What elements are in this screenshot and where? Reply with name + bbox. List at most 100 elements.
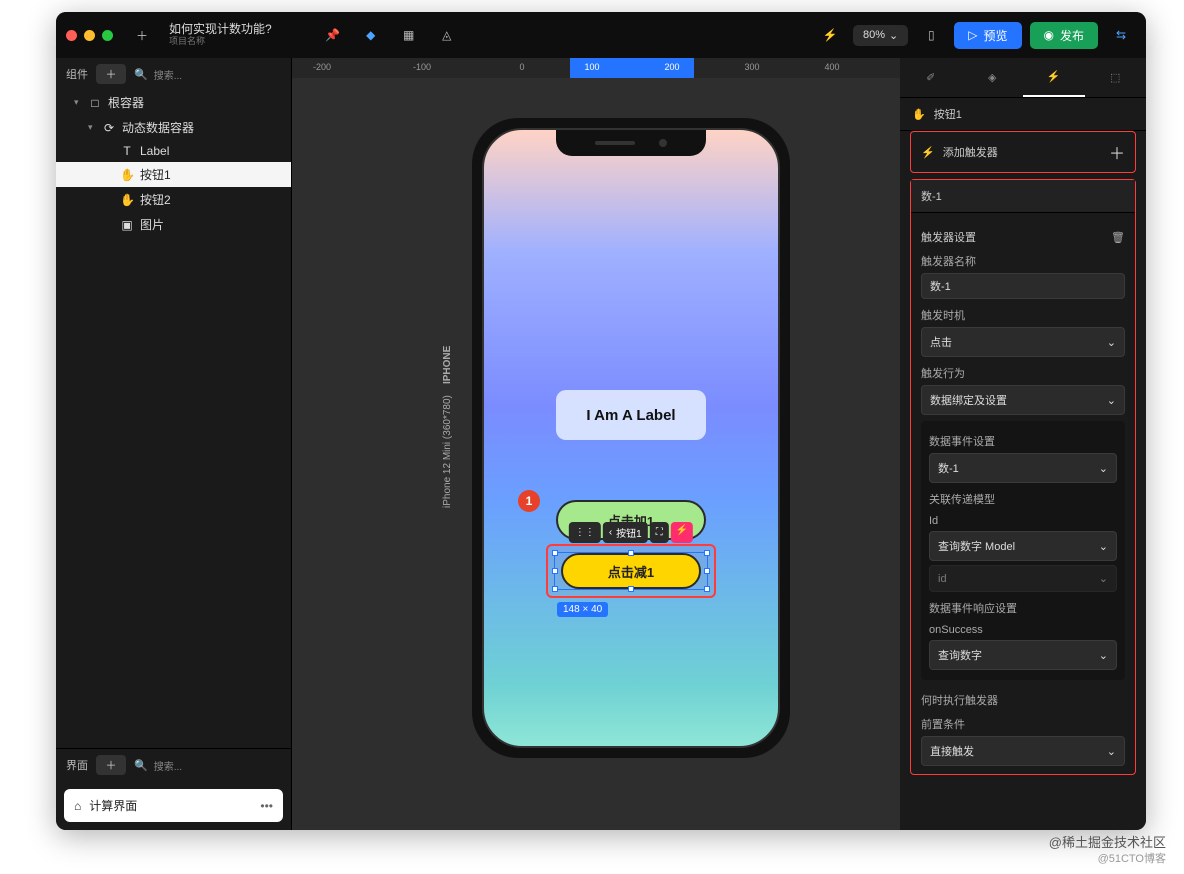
pages-panel: 界面 ＋ 🔍 搜索... ⌂ 计算界面 ••• xyxy=(56,748,291,830)
window-controls xyxy=(66,30,113,41)
trigger-name-input[interactable] xyxy=(921,273,1125,299)
relation-label: 关联传递模型 xyxy=(929,491,1117,507)
timing-select[interactable]: 点击⌄ xyxy=(921,327,1125,357)
component-search[interactable]: 🔍 搜索... xyxy=(134,67,281,82)
data-event-select[interactable]: 数-1⌄ xyxy=(929,453,1117,483)
tree-label: 图片 xyxy=(140,216,164,233)
trigger-settings-box: 数-1 触发器设置 🗑 触发器名称 触发时机 点击⌄ 触发行为 数据绑定及设置⌄ xyxy=(910,179,1136,775)
tree-label: 按钮1 xyxy=(140,166,171,183)
resize-handle[interactable] xyxy=(552,586,558,592)
resize-handle[interactable] xyxy=(704,568,710,574)
add-trigger-label: 添加触发器 xyxy=(943,144,998,160)
response-label: 数据事件响应设置 xyxy=(929,600,1117,616)
tree-root-container[interactable]: ▾□根容器 xyxy=(56,90,291,115)
magic-icon[interactable]: ⚡ xyxy=(815,20,845,50)
search-placeholder: 搜索... xyxy=(154,758,182,773)
add-icon[interactable]: ＋ xyxy=(127,20,157,50)
canvas[interactable]: -200 -100 0 100 200 300 400 500 iPhone 1… xyxy=(292,58,900,830)
add-component-button[interactable]: ＋ xyxy=(96,64,126,84)
component-tree: ▾□根容器 ▾⟳动态数据容器 TLabel ✋ 按钮1 ✋按钮2 ▣图片 xyxy=(56,90,291,748)
device-icon[interactable]: ▯ xyxy=(916,20,946,50)
settings-slider-icon[interactable]: ⇆ xyxy=(1106,20,1136,50)
onsuccess-select[interactable]: 查询数字⌄ xyxy=(929,640,1117,670)
add-page-button[interactable]: ＋ xyxy=(96,755,126,775)
tree-dynamic-container[interactable]: ▾⟳动态数据容器 xyxy=(56,115,291,140)
resize-handle[interactable] xyxy=(628,586,634,592)
add-trigger-button[interactable]: ⚡ 添加触发器 ＋ xyxy=(911,132,1135,172)
delete-trigger-button[interactable]: 🗑 xyxy=(1111,231,1125,244)
minimize-window-button[interactable] xyxy=(84,30,95,41)
chevron-down-icon: ⌄ xyxy=(1099,572,1108,585)
play-icon: ▷ xyxy=(968,28,977,42)
project-title: 如何实现计数功能? 项目名称 xyxy=(169,23,272,46)
page-item-label: 计算界面 xyxy=(89,797,137,814)
caret-icon: ▾ xyxy=(88,122,96,133)
publish-button[interactable]: ◉ 发布 xyxy=(1030,22,1099,49)
ruler-tick: 0 xyxy=(519,62,524,72)
tree-label: 按钮2 xyxy=(140,191,171,208)
preview-button[interactable]: ▷ 预览 xyxy=(954,22,1021,49)
pages-panel-header: 界面 ＋ 🔍 搜索... xyxy=(56,749,291,781)
zoom-value: 80% xyxy=(863,29,885,41)
selection-move-handle[interactable]: ⋮⋮ xyxy=(569,522,601,543)
selection-focus-button[interactable]: ⛶ xyxy=(650,522,669,543)
search-placeholder: 搜索... xyxy=(154,67,182,82)
chevron-down-icon: ⌄ xyxy=(1099,540,1108,553)
pin-icon[interactable]: 📌 xyxy=(318,20,348,50)
trigger-item-header[interactable]: 数-1 xyxy=(911,180,1135,213)
precond-select[interactable]: 直接触发⌄ xyxy=(921,736,1125,766)
more-icon[interactable]: ••• xyxy=(260,799,273,813)
tab-style[interactable]: ✐ xyxy=(900,58,962,97)
tree-label-item[interactable]: TLabel xyxy=(56,140,291,162)
selection-breadcrumb[interactable]: ‹ 按钮1 xyxy=(603,522,648,543)
page-search[interactable]: 🔍 搜索... xyxy=(134,758,281,773)
bolt-icon: ⚡ xyxy=(1047,70,1061,83)
ruler-tick: -100 xyxy=(413,62,431,72)
id-model-select[interactable]: 查询数字 Model⌄ xyxy=(929,531,1117,561)
resize-handle[interactable] xyxy=(552,568,558,574)
tree-button1-item[interactable]: ✋ 按钮1 xyxy=(56,162,291,187)
ruler-tick: 300 xyxy=(744,62,759,72)
components-label: 组件 xyxy=(66,66,88,82)
canvas-label-widget[interactable]: I Am A Label xyxy=(556,390,706,440)
inspector-selection-row: ✋ 按钮1 xyxy=(900,98,1146,131)
resize-handle[interactable] xyxy=(704,550,710,556)
device-notch xyxy=(556,130,706,156)
precond-label: 前置条件 xyxy=(921,716,1125,732)
hand-icon: ✋ xyxy=(120,168,134,182)
watermark-sub: @51CTO博客 xyxy=(1049,852,1166,866)
watermark-main: @稀土掘金技术社区 xyxy=(1049,835,1166,852)
device-screen[interactable]: I Am A Label 点击加1 ⋮⋮ ‹ 按钮1 ⛶ ⚡ 点击减1 xyxy=(482,128,780,748)
resize-handle[interactable] xyxy=(552,550,558,556)
selection-size-badge: 148 × 40 xyxy=(557,602,608,617)
when-label: 何时执行触发器 xyxy=(921,692,1125,708)
resize-handle[interactable] xyxy=(704,586,710,592)
inspector-panel: ✐ ◈ ⚡ ⬚ ✋ 按钮1 2 ⚡ 添加触发器 ＋ 3 xyxy=(900,58,1146,830)
plus-icon: ＋ xyxy=(1109,140,1125,164)
name-label: 触发器名称 xyxy=(921,253,1125,269)
watermark: @稀土掘金技术社区 @51CTO博客 xyxy=(1049,835,1166,866)
export-icon[interactable]: ◬ xyxy=(432,20,462,50)
tab-layers[interactable]: ◈ xyxy=(962,58,1024,97)
page-item-calculator[interactable]: ⌂ 计算界面 ••• xyxy=(64,789,283,822)
selection-frame: 点击减1 xyxy=(546,544,716,598)
tree-image-item[interactable]: ▣图片 xyxy=(56,212,291,237)
bolt-icon: ⚡ xyxy=(921,146,935,159)
layers-icon[interactable]: ◆ xyxy=(356,20,386,50)
ruler-tick: 400 xyxy=(824,62,839,72)
timing-label: 触发时机 xyxy=(921,307,1125,323)
resize-handle[interactable] xyxy=(628,550,634,556)
ruler-tick: 100 xyxy=(584,62,599,72)
zoom-control[interactable]: 80% ⌄ xyxy=(853,25,908,46)
action-select[interactable]: 数据绑定及设置⌄ xyxy=(921,385,1125,415)
canvas-button-minus[interactable]: 点击减1 xyxy=(561,553,701,589)
tree-button2-item[interactable]: ✋按钮2 xyxy=(56,187,291,212)
data-event-label: 数据事件设置 xyxy=(929,433,1117,449)
tab-actions[interactable]: ⚡ xyxy=(1023,58,1085,97)
maximize-window-button[interactable] xyxy=(102,30,113,41)
close-window-button[interactable] xyxy=(66,30,77,41)
tab-3d[interactable]: ⬚ xyxy=(1085,58,1147,97)
grid-icon[interactable]: ▦ xyxy=(394,20,424,50)
selection-action-button[interactable]: ⚡ xyxy=(671,522,693,543)
inspector-body[interactable]: 2 ⚡ 添加触发器 ＋ 3 数-1 触发器设置 xyxy=(900,131,1146,830)
